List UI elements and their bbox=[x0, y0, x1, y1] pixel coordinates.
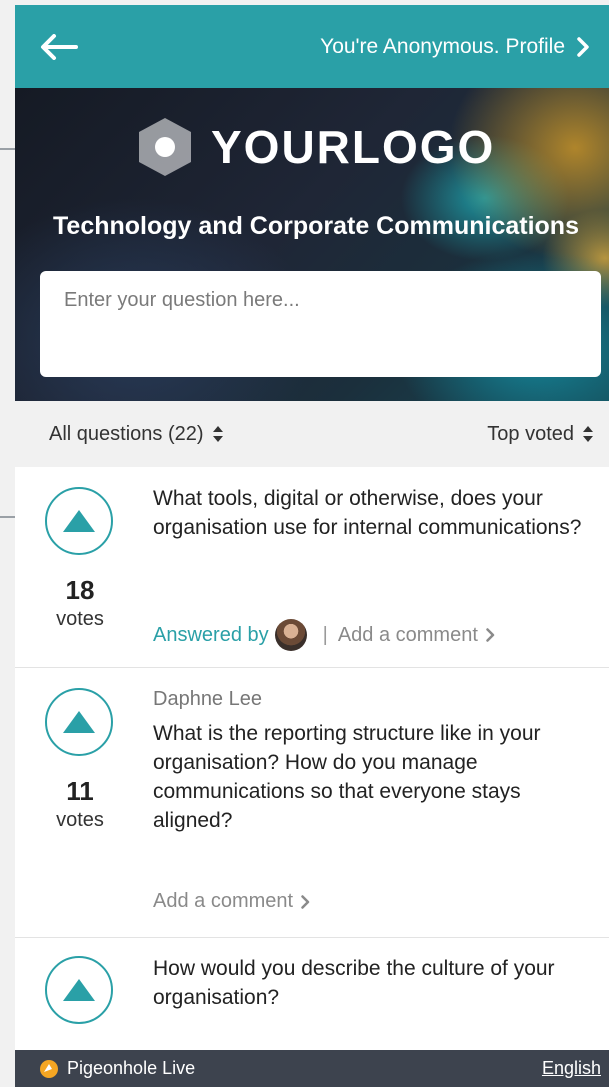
top-bar: You're Anonymous. Profile bbox=[15, 5, 609, 88]
upvote-button[interactable] bbox=[45, 956, 113, 1024]
vote-count: 18 bbox=[65, 575, 95, 605]
add-comment-label: Add a comment bbox=[153, 890, 294, 912]
question-meta: Answered by | Add a comment bbox=[153, 619, 495, 651]
event-banner: YOURLOGO Technology and Corporate Commun… bbox=[15, 88, 609, 401]
back-button[interactable] bbox=[40, 27, 80, 67]
logo-text: YOURLOGO bbox=[211, 121, 496, 173]
votes-label: votes bbox=[56, 809, 104, 831]
language-link[interactable]: English bbox=[542, 1058, 601, 1079]
question-author: Daphne Lee bbox=[153, 688, 262, 710]
question-meta: Add a comment bbox=[153, 890, 310, 913]
question-body: How would you describe the culture of yo… bbox=[153, 954, 599, 1012]
chevron-right-icon bbox=[577, 36, 589, 57]
upvote-button[interactable] bbox=[45, 487, 113, 555]
vote-column: 11 votes bbox=[45, 688, 115, 832]
pigeonhole-logo-icon bbox=[40, 1059, 58, 1078]
question-text: What is the reporting structure like in … bbox=[153, 722, 541, 832]
filter-bar: All questions (22) Top voted bbox=[15, 401, 609, 467]
brand-name: Pigeonhole Live bbox=[67, 1058, 196, 1078]
upvote-button[interactable] bbox=[45, 688, 113, 756]
profile-link-label: You're Anonymous. Profile bbox=[320, 34, 565, 58]
vote-column bbox=[45, 956, 115, 1024]
chevron-right-icon bbox=[486, 628, 495, 642]
question-item: How would you describe the culture of yo… bbox=[15, 938, 609, 1058]
questions-filter-dropdown[interactable]: All questions (22) bbox=[49, 423, 224, 446]
sort-label: Top voted bbox=[487, 422, 574, 445]
event-title: Technology and Corporate Communications bbox=[53, 212, 579, 240]
question-input[interactable] bbox=[40, 271, 601, 377]
sort-arrows-icon bbox=[212, 426, 223, 442]
questions-filter-label: All questions (22) bbox=[49, 422, 204, 445]
question-item: 11 votes Daphne Lee What is the reportin… bbox=[15, 668, 609, 938]
question-body: Daphne Lee What is the reporting structu… bbox=[153, 688, 599, 835]
triangle-up-icon bbox=[63, 510, 95, 532]
event-logo: YOURLOGO bbox=[137, 116, 495, 178]
add-comment-link[interactable]: Add a comment bbox=[153, 890, 310, 913]
question-item: 18 votes What tools, digital or otherwis… bbox=[15, 467, 609, 668]
meta-separator: | bbox=[322, 623, 328, 646]
votes-label: votes bbox=[56, 608, 104, 630]
answered-by-label: Answered by bbox=[153, 623, 269, 646]
question-text: How would you describe the culture of yo… bbox=[153, 957, 555, 1009]
avatar bbox=[274, 619, 307, 651]
app-panel: You're Anonymous. Profile YOURLOGO Techn… bbox=[15, 5, 609, 1087]
vote-count: 11 bbox=[66, 776, 94, 806]
profile-link[interactable]: You're Anonymous. Profile bbox=[320, 35, 589, 59]
answered-by-link[interactable]: Answered by bbox=[153, 619, 307, 651]
brand: Pigeonhole Live bbox=[39, 1058, 195, 1079]
sort-dropdown[interactable]: Top voted bbox=[487, 423, 594, 446]
question-body: What tools, digital or otherwise, does y… bbox=[153, 484, 599, 542]
add-comment-label: Add a comment bbox=[337, 623, 478, 646]
arrow-left-icon bbox=[41, 33, 78, 60]
triangle-up-icon bbox=[63, 979, 95, 1001]
vote-column: 18 votes bbox=[45, 487, 115, 631]
add-comment-link[interactable]: Add a comment bbox=[338, 624, 495, 647]
hexagon-logo-icon bbox=[139, 118, 191, 176]
question-text: What tools, digital or otherwise, does y… bbox=[153, 487, 582, 539]
footer-bar: Pigeonhole Live English bbox=[15, 1050, 609, 1087]
chevron-right-icon bbox=[301, 894, 310, 909]
triangle-up-icon bbox=[63, 711, 95, 733]
sort-arrows-icon bbox=[583, 426, 593, 442]
